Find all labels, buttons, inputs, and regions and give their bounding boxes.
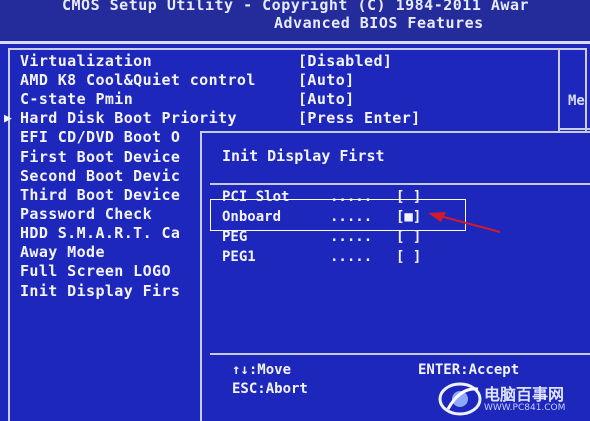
header-divider: [0, 41, 590, 44]
option-peg1-checkbox[interactable]: [ ]: [396, 249, 421, 265]
right-panel-rule: [560, 128, 590, 130]
menu-item-hdd-smart[interactable]: HDD S.M.A.R.T. Ca: [20, 224, 180, 242]
popup-title-divider: [210, 183, 590, 185]
bios-screen: CMOS Setup Utility - Copyright (C) 1984-…: [0, 0, 590, 421]
menu-value-c-state-pmin[interactable]: [Auto]: [298, 90, 355, 108]
selected-option-highlight: [210, 199, 466, 231]
option-peg-checkbox[interactable]: [ ]: [396, 229, 421, 245]
popup-title: Init Display First: [222, 147, 385, 165]
menu-item-full-screen-logo[interactable]: Full Screen LOGO: [20, 262, 171, 280]
menu-item-init-display[interactable]: Init Display Firs: [20, 282, 180, 300]
watermark-name: 电脑百事网: [484, 385, 565, 404]
menu-item-virtualization[interactable]: Virtualization: [20, 52, 152, 70]
option-peg[interactable]: PEG: [222, 229, 247, 245]
option-peg1-dots: .....: [330, 249, 373, 265]
menu-item-third-boot[interactable]: Third Boot Device: [20, 186, 180, 204]
menu-item-first-boot[interactable]: First Boot Device: [20, 148, 180, 166]
option-peg1[interactable]: PEG1: [222, 249, 256, 265]
menu-item-away-mode[interactable]: Away Mode: [20, 243, 105, 261]
hint-abort: ESC:Abort: [232, 381, 308, 397]
init-display-popup: Init Display First PCI Slot ..... [ ] On…: [200, 131, 590, 421]
menu-value-virtualization[interactable]: [Disabled]: [298, 52, 392, 70]
menu-item-c-state-pmin[interactable]: C-state Pmin: [20, 90, 133, 108]
menu-item-efi-boot[interactable]: EFI CD/DVD Boot O: [20, 128, 180, 146]
menu-value-hdd-boot-priority[interactable]: [Press Enter]: [298, 109, 421, 127]
popup-hint-divider: [210, 353, 590, 355]
hint-move: ↑↓:Move: [232, 362, 292, 378]
menu-value-cool-quiet[interactable]: [Auto]: [298, 71, 355, 89]
title-bar: CMOS Setup Utility - Copyright (C) 1984-…: [0, 0, 590, 40]
watermark-url: WWW.PC841.COM: [484, 403, 566, 413]
menu-item-second-boot[interactable]: Second Boot Devic: [20, 167, 180, 185]
hint-accept: ENTER:Accept: [418, 362, 520, 378]
menu-item-hdd-boot-priority[interactable]: Hard Disk Boot Priority: [20, 109, 237, 127]
menu-item-password-check[interactable]: Password Check: [20, 205, 152, 223]
option-peg-dots: .....: [330, 229, 373, 245]
page-title: Advanced BIOS Features: [274, 14, 484, 32]
utility-title: CMOS Setup Utility - Copyright (C) 1984-…: [62, 0, 530, 14]
menu-item-cool-quiet[interactable]: AMD K8 Cool&Quiet control: [20, 71, 256, 89]
selection-pointer-icon: ▶: [4, 111, 12, 126]
right-panel-text: Me: [568, 93, 585, 109]
